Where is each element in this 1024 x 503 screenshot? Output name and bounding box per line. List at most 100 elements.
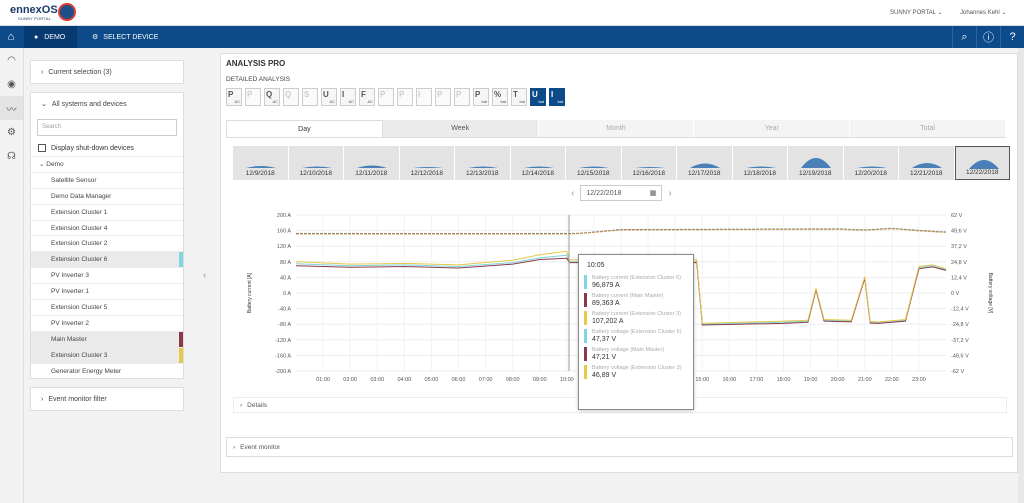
next-day-icon[interactable]: › <box>668 188 671 199</box>
parameter-chip[interactable]: I AC <box>340 88 356 106</box>
parameter-chip[interactable]: Q <box>283 88 299 106</box>
device-item[interactable]: Extension Cluster 6 <box>31 251 183 268</box>
day-sparkline <box>523 166 554 168</box>
analysis-icon[interactable]: 〰 <box>0 96 23 120</box>
search-input[interactable]: Search <box>37 119 177 136</box>
x-tick-label: 10:00 <box>560 377 574 383</box>
parameter-chip[interactable]: Ubat <box>530 88 546 106</box>
collapse-panel-icon[interactable]: ‹ <box>203 270 206 281</box>
tab-month[interactable]: Month <box>538 120 695 137</box>
parameter-chip[interactable]: S <box>302 88 318 106</box>
day-thumbnail[interactable]: 12/14/2018 <box>510 146 566 180</box>
parameter-chip[interactable]: Q AC <box>264 88 280 106</box>
support-icon[interactable]: ☊ <box>0 144 23 168</box>
dashboard-icon[interactable]: ◠ <box>0 48 23 72</box>
day-thumbnail[interactable]: 12/19/2018 <box>788 146 844 180</box>
display-shutdown-checkbox[interactable]: Display shut-down devices <box>31 140 183 156</box>
device-item[interactable]: Extension Cluster 3 <box>31 346 183 363</box>
day-sparkline <box>856 166 887 168</box>
device-item[interactable]: Extension Cluster 5 <box>31 299 183 315</box>
device-item[interactable]: Satellite Sensor <box>31 171 183 188</box>
parameter-chip[interactable]: P AC <box>226 88 242 106</box>
help-icon[interactable]: ? <box>1000 26 1024 48</box>
user-name: Johannes Kehl <box>960 10 1000 16</box>
parameter-chip[interactable]: P <box>454 88 470 106</box>
logo-sub: SUNNY PORTAL <box>18 16 52 21</box>
info-icon[interactable]: ⓘ <box>976 26 1000 48</box>
tooltip-value: 46,89 V <box>592 372 617 379</box>
home-icon[interactable]: ⌂ <box>0 26 22 48</box>
parameter-chip[interactable]: P <box>435 88 451 106</box>
nav-demo[interactable]: ● DEMO <box>24 26 78 48</box>
device-item[interactable]: Main Master <box>31 330 183 347</box>
x-tick-label: 20:00 <box>831 377 845 383</box>
parameter-chip[interactable]: P <box>378 88 394 106</box>
tooltip-row: Battery voltage (Extension Cluster 3) 46,… <box>584 365 688 379</box>
series-color-marker <box>584 329 587 343</box>
device-item[interactable]: Extension Cluster 1 <box>31 203 183 220</box>
parameter-chip[interactable]: I <box>416 88 432 106</box>
parameter-chip[interactable]: % bat <box>492 88 508 106</box>
parameter-chip[interactable]: P <box>245 88 261 106</box>
event-filter[interactable]: › Event monitor filter <box>30 387 184 412</box>
chevron-right-icon: › <box>240 401 243 409</box>
search-icon[interactable]: ⌕ <box>952 26 976 48</box>
day-thumbnail[interactable]: 12/15/2018 <box>566 146 622 180</box>
device-item[interactable]: PV Inverter 3 <box>31 267 183 283</box>
date-input[interactable]: 12/22/2018 ▦ <box>580 185 663 201</box>
parameter-chip[interactable]: F AC <box>359 88 375 106</box>
all-systems-header[interactable]: ⌄ All systems and devices <box>31 93 183 115</box>
device-item[interactable]: PV Inverter 2 <box>31 314 183 331</box>
y2-axis-label: Battery voltage [V] <box>987 273 993 314</box>
event-monitor-toggle[interactable]: › Event monitor <box>226 437 1013 457</box>
chip-label: F <box>361 90 366 99</box>
tree-root[interactable]: ⌄ Demo <box>31 156 183 172</box>
day-thumbnail[interactable]: 12/10/2018 <box>288 146 344 180</box>
scrollbar[interactable] <box>1018 48 1024 503</box>
day-thumbnail[interactable]: 12/22/2018 <box>954 146 1010 180</box>
day-thumbnail[interactable]: 12/18/2018 <box>732 146 788 180</box>
calendar-icon[interactable]: ▦ <box>650 189 657 197</box>
day-thumbnail[interactable]: 12/11/2018 <box>344 146 400 180</box>
tooltip-row: Battery current (Main Master) 89,363 A <box>584 293 688 307</box>
device-item[interactable]: Demo Data Manager <box>31 187 183 204</box>
settings-icon[interactable]: ⚙ <box>0 120 23 144</box>
chip-sub: bat <box>481 99 487 104</box>
tab-week[interactable]: Week <box>382 120 539 137</box>
device-label: Generator Energy Meter <box>51 367 122 375</box>
device-item[interactable]: Extension Cluster 4 <box>31 219 183 236</box>
select-device-button[interactable]: ⚙ SELECT DEVICE <box>92 26 158 48</box>
day-thumbnail[interactable]: 12/12/2018 <box>399 146 455 180</box>
y2-tick-label: -49,6 V <box>951 353 969 359</box>
device-item[interactable]: Extension Cluster 2 <box>31 235 183 251</box>
y-tick-label: -200 A <box>275 369 291 375</box>
day-thumbnail[interactable]: 12/21/2018 <box>899 146 955 180</box>
portal-menu[interactable]: SUNNY PORTAL ⌄ <box>890 9 943 16</box>
device-item[interactable]: Generator Energy Meter <box>31 362 183 379</box>
parameter-chip[interactable]: Tbat <box>511 88 527 106</box>
day-thumbnail[interactable]: 12/20/2018 <box>843 146 899 180</box>
y-tick-label: 160 A <box>277 229 291 235</box>
day-thumbnail[interactable]: 12/13/2018 <box>455 146 511 180</box>
parameter-chip[interactable]: Ibat <box>549 88 565 106</box>
tab-day[interactable]: Day <box>226 120 383 137</box>
chip-label: Q <box>285 90 292 99</box>
day-thumbnail[interactable]: 12/16/2018 <box>621 146 677 180</box>
day-label: 12/19/2018 <box>798 170 832 177</box>
user-menu[interactable]: Johannes Kehl ⌄ <box>960 9 1006 16</box>
period-tabs: Day Week Month Year Total <box>226 120 1006 138</box>
parameter-chip[interactable]: U AC <box>321 88 337 106</box>
y2-tick-label: -37,2 V <box>951 338 969 344</box>
chip-label: P <box>475 90 481 99</box>
device-item[interactable]: PV Inverter 1 <box>31 283 183 299</box>
parameter-chip[interactable]: P <box>397 88 413 106</box>
day-thumbnail[interactable]: 12/17/2018 <box>677 146 733 180</box>
prev-day-icon[interactable]: ‹ <box>571 188 574 199</box>
parameter-chip[interactable]: Pbat <box>473 88 489 106</box>
current-selection[interactable]: › Current selection (3) <box>30 60 184 84</box>
monitoring-icon[interactable]: ◉ <box>0 72 23 96</box>
tab-year[interactable]: Year <box>694 120 851 137</box>
tab-total[interactable]: Total <box>850 120 1006 137</box>
day-thumbnail[interactable]: 12/9/2018 <box>233 146 289 180</box>
chip-label: P <box>380 90 386 99</box>
